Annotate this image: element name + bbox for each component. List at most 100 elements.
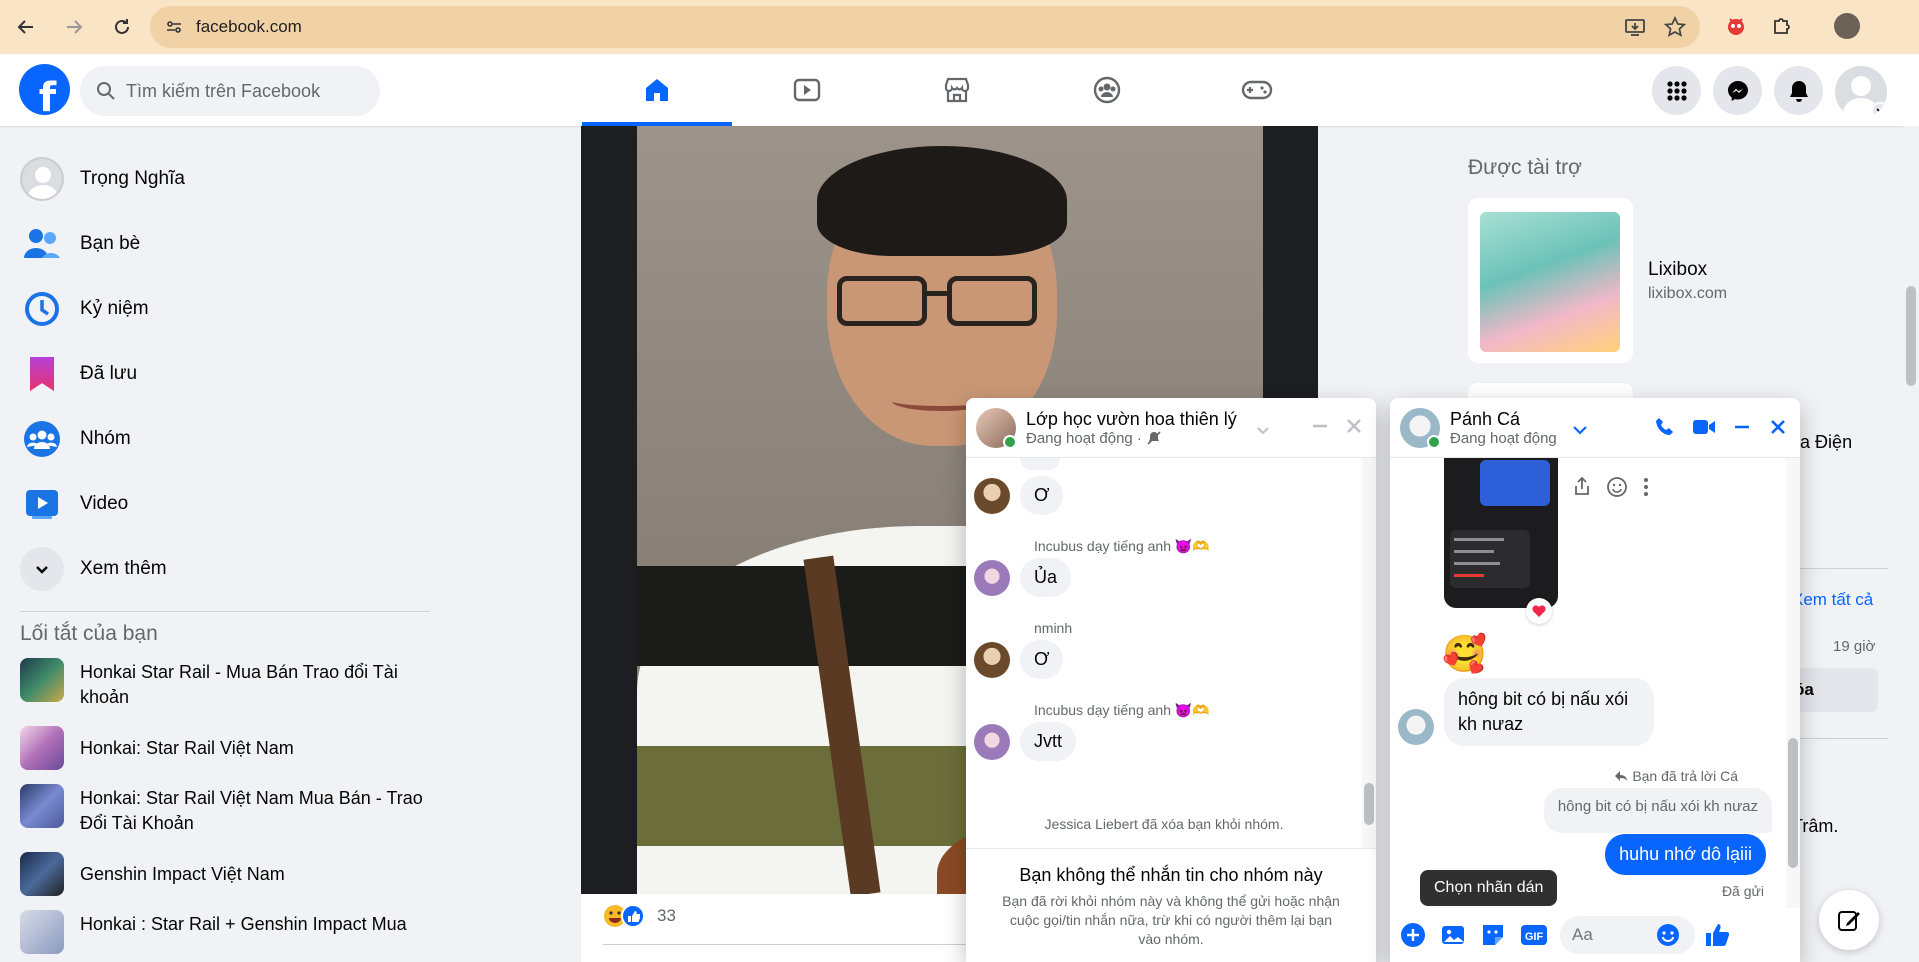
shortcut-item[interactable]: Honkai: Star Rail Việt Nam Mua Bán - Tra… <box>0 784 450 840</box>
message-row: hông bit có bị nấu xói kh nưaz <box>1398 678 1654 746</box>
tab-groups[interactable] <box>1032 54 1182 126</box>
share-icon[interactable] <box>1572 476 1592 496</box>
gaming-icon <box>1241 80 1273 100</box>
separator <box>1792 738 1888 739</box>
ad-image <box>1468 198 1633 363</box>
sidebar-divider <box>20 611 430 612</box>
header-actions <box>1652 66 1887 118</box>
page-scrollbar[interactable] <box>1903 126 1919 962</box>
shortcut-item[interactable]: Honkai: Star Rail Việt Nam <box>0 726 450 772</box>
forward-icon[interactable] <box>60 13 88 41</box>
shortcut-item[interactable]: Honkai Star Rail - Mua Bán Trao đổi Tài … <box>0 658 450 714</box>
shortcut-label: Honkai : Star Rail + Genshin Impact Mua <box>80 914 407 934</box>
tab-gaming[interactable] <box>1182 54 1332 126</box>
sender-name: Incubus dạy tiếng anh 👿🫶 <box>1034 538 1210 554</box>
online-indicator <box>1003 434 1017 449</box>
sidebar-item-label: Nhóm <box>80 427 131 449</box>
like-icon[interactable] <box>1703 921 1731 949</box>
chat-header[interactable]: Lớp học vườn hoa thiên lý Đang hoạt động… <box>966 398 1376 458</box>
emoji-message[interactable]: 🥰 <box>1442 634 1487 674</box>
facebook-logo[interactable]: f <box>19 64 70 115</box>
photo-icon[interactable] <box>1440 922 1466 948</box>
sidebar-item-see-more[interactable]: Xem thêm <box>0 536 450 601</box>
main-tabs <box>582 54 1332 126</box>
menu-button[interactable] <box>1652 66 1701 115</box>
shortcut-item[interactable]: Genshin Impact Việt Nam <box>0 852 450 898</box>
reply-label: Bạn đã trả lời Cá <box>1632 768 1738 784</box>
chat-scrollbar[interactable] <box>1786 458 1800 908</box>
sidebar-item-video[interactable]: Video <box>0 471 450 536</box>
message-bubble[interactable]: Ơ <box>1020 640 1064 679</box>
sponsored-title: Được tài trợ <box>1468 156 1582 179</box>
ad-item[interactable]: Lixibox lixibox.com <box>1468 198 1888 363</box>
tab-home[interactable] <box>582 54 732 126</box>
more-options-icon[interactable] <box>1642 476 1650 498</box>
shortcut-item[interactable]: Honkai : Star Rail + Genshin Impact Mua <box>0 910 450 962</box>
message-bubble[interactable]: hông bit có bị nấu xói kh nưaz <box>1444 678 1654 746</box>
quoted-message[interactable]: hông bit có bị nấu xói kh nưaz <box>1543 788 1772 833</box>
video-call-icon[interactable] <box>1692 417 1716 437</box>
sidebar-item-label: Kỷ niệm <box>80 297 149 319</box>
sticker-icon[interactable] <box>1480 922 1506 948</box>
phone-icon[interactable] <box>1654 416 1676 438</box>
close-icon[interactable] <box>1768 417 1788 437</box>
muted-icon <box>1147 431 1161 445</box>
shortcut-label: Honkai: Star Rail Việt Nam Mua Bán - Tra… <box>80 788 423 833</box>
reaction-summary[interactable]: 33 <box>603 904 676 928</box>
address-bar[interactable]: facebook.com <box>150 6 1700 48</box>
account-avatar[interactable] <box>1835 66 1887 118</box>
bell-icon <box>1789 80 1808 102</box>
site-info-icon[interactable] <box>164 17 184 37</box>
reply-indicator: Bạn đã trả lời Cá <box>1614 768 1738 784</box>
chat-scrollbar[interactable] <box>1362 458 1376 848</box>
profile-icon[interactable] <box>1833 12 1861 40</box>
plus-icon[interactable] <box>1400 922 1426 948</box>
sender-avatar <box>974 723 1010 760</box>
back-icon[interactable] <box>12 13 40 41</box>
sidebar-item-friends[interactable]: Bạn bè <box>0 211 450 276</box>
close-icon[interactable] <box>1344 416 1364 436</box>
chat-header[interactable]: Pánh Cá Đang hoạt động <box>1390 398 1800 458</box>
search-input[interactable] <box>126 80 356 102</box>
chat-status: Đang hoạt động · <box>1026 429 1142 447</box>
see-all-link[interactable]: Xem tất cả <box>1792 590 1873 610</box>
sidebar-item-label: Video <box>80 492 129 514</box>
message-list: Ơ Incubus dạy tiếng anh 👿🫶 Ủa nminh Ơ In… <box>966 458 1376 848</box>
shortcut-thumb <box>20 726 64 770</box>
heart-reaction[interactable] <box>1526 598 1552 624</box>
tab-video[interactable] <box>732 54 882 126</box>
new-message-button[interactable] <box>1819 890 1879 950</box>
sidebar-item-label: Bạn bè <box>80 232 141 254</box>
sidebar-item-memories[interactable]: Kỷ niệm <box>0 276 450 341</box>
marketplace-icon <box>944 77 970 103</box>
message-bubble[interactable]: Ơ <box>1020 476 1064 515</box>
bookmark-star-icon[interactable] <box>1663 15 1687 43</box>
extension-icon[interactable] <box>1722 12 1750 40</box>
install-icon[interactable] <box>1624 16 1646 43</box>
emoji-react-icon[interactable] <box>1606 476 1628 498</box>
chat-name: Lớp học vườn hoa thiên lý <box>1026 408 1237 429</box>
delete-button[interactable]: óa <box>1788 668 1878 712</box>
notifications-button[interactable] <box>1774 66 1823 115</box>
reply-icon <box>1615 771 1628 781</box>
emoji-icon[interactable] <box>1655 922 1681 948</box>
reload-icon[interactable] <box>108 13 136 41</box>
gif-icon[interactable]: GIF <box>1520 923 1548 947</box>
search-box[interactable] <box>80 66 380 116</box>
message-bubble[interactable]: Ủa <box>1020 558 1072 597</box>
saved-icon <box>20 352 64 396</box>
sender-avatar <box>974 559 1010 596</box>
chevron-down-icon[interactable] <box>1256 424 1270 438</box>
outgoing-message[interactable]: huhu nhớ dô lạiii <box>1605 834 1766 875</box>
tab-marketplace[interactable] <box>882 54 1032 126</box>
puzzle-icon[interactable] <box>1768 12 1796 40</box>
sidebar-item-groups[interactable]: Nhóm <box>0 406 450 471</box>
shared-screenshot[interactable] <box>1444 458 1558 608</box>
minimize-icon[interactable] <box>1310 416 1330 436</box>
chevron-down-icon[interactable] <box>1572 422 1588 438</box>
minimize-icon[interactable] <box>1732 417 1752 437</box>
sidebar-item-profile[interactable]: Trọng Nghĩa <box>0 146 450 211</box>
sidebar-item-saved[interactable]: Đã lưu <box>0 341 450 406</box>
message-bubble[interactable]: Jvtt <box>1020 722 1077 761</box>
messenger-button[interactable] <box>1713 66 1762 115</box>
